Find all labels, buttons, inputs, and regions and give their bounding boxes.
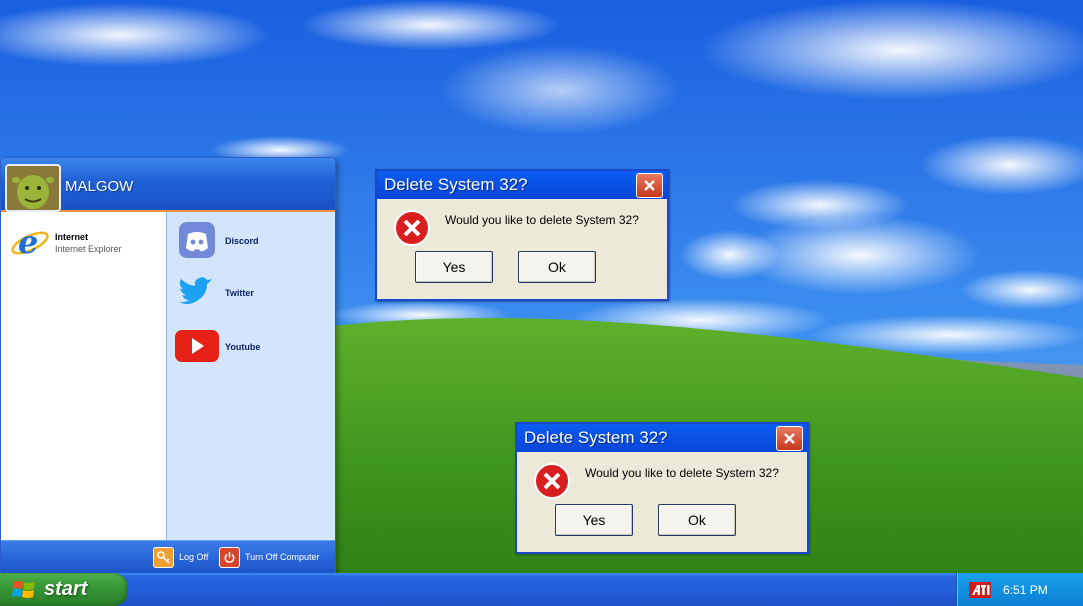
yes-button[interactable]: Yes — [555, 504, 633, 536]
app-item-twitter[interactable]: Twitter — [173, 272, 323, 316]
delete-dialog-1: Delete System 32? Would you like to dele… — [375, 169, 669, 301]
system-tray: 6:51 PM — [956, 573, 1083, 606]
close-icon — [644, 180, 655, 191]
windows-logo-icon — [12, 581, 35, 598]
start-menu-apps-list: Discord Twitter Youtube — [167, 212, 335, 542]
pinned-internet-explorer[interactable]: e Internet Internet Explorer — [9, 220, 165, 264]
dialog-close-button[interactable] — [636, 173, 663, 198]
dialog-title-bar[interactable]: Delete System 32? — [377, 171, 667, 199]
discord-icon — [179, 222, 215, 258]
ati-tray-icon[interactable] — [969, 582, 991, 598]
ok-button[interactable]: Ok — [658, 504, 736, 536]
start-menu-pinned-list: e Internet Internet Explorer — [1, 212, 167, 542]
app-item-youtube[interactable]: Youtube — [173, 326, 323, 370]
dialog-message: Would you like to delete System 32? — [445, 213, 639, 227]
taskbar: start 6:51 PM — [0, 573, 1083, 606]
start-label: start — [44, 578, 88, 600]
error-icon — [534, 463, 570, 499]
dialog-title-bar[interactable]: Delete System 32? — [517, 424, 807, 452]
close-icon — [784, 433, 795, 444]
app-label-discord: Discord — [225, 236, 259, 246]
log-off-label: Log Off — [179, 552, 209, 562]
app-label-youtube: Youtube — [225, 342, 261, 352]
yes-button[interactable]: Yes — [415, 251, 493, 283]
power-icon — [219, 546, 240, 568]
internet-explorer-icon: e — [11, 223, 49, 261]
log-off-button[interactable]: Log Off — [153, 546, 209, 568]
app-label-twitter: Twitter — [225, 288, 254, 298]
dialog-message: Would you like to delete System 32? — [585, 466, 779, 480]
start-menu: MALGOW e Internet Internet Explorer Disc… — [0, 157, 336, 574]
svg-text:e: e — [18, 223, 38, 261]
start-menu-footer: Log Off Turn Off Computer — [1, 540, 335, 573]
twitter-icon — [179, 277, 212, 304]
dialog-title: Delete System 32? — [524, 428, 668, 447]
start-button[interactable]: start — [0, 573, 128, 606]
delete-dialog-2: Delete System 32? Would you like to dele… — [515, 422, 809, 554]
pinned-subtitle: Internet Explorer — [55, 244, 122, 254]
turn-off-button[interactable]: Turn Off Computer — [219, 546, 320, 568]
app-item-discord[interactable]: Discord — [173, 220, 323, 264]
ok-button[interactable]: Ok — [518, 251, 596, 283]
user-name: MALGOW — [65, 178, 134, 195]
user-avatar[interactable] — [5, 164, 61, 212]
dialog-title: Delete System 32? — [384, 175, 528, 194]
key-icon — [153, 546, 174, 568]
error-icon — [394, 210, 430, 246]
dialog-close-button[interactable] — [776, 426, 803, 451]
clock[interactable]: 6:51 PM — [1003, 583, 1048, 597]
turn-off-label: Turn Off Computer — [245, 552, 320, 562]
pinned-title: Internet — [55, 232, 89, 242]
start-menu-header: MALGOW — [1, 158, 335, 212]
youtube-icon — [175, 330, 219, 362]
